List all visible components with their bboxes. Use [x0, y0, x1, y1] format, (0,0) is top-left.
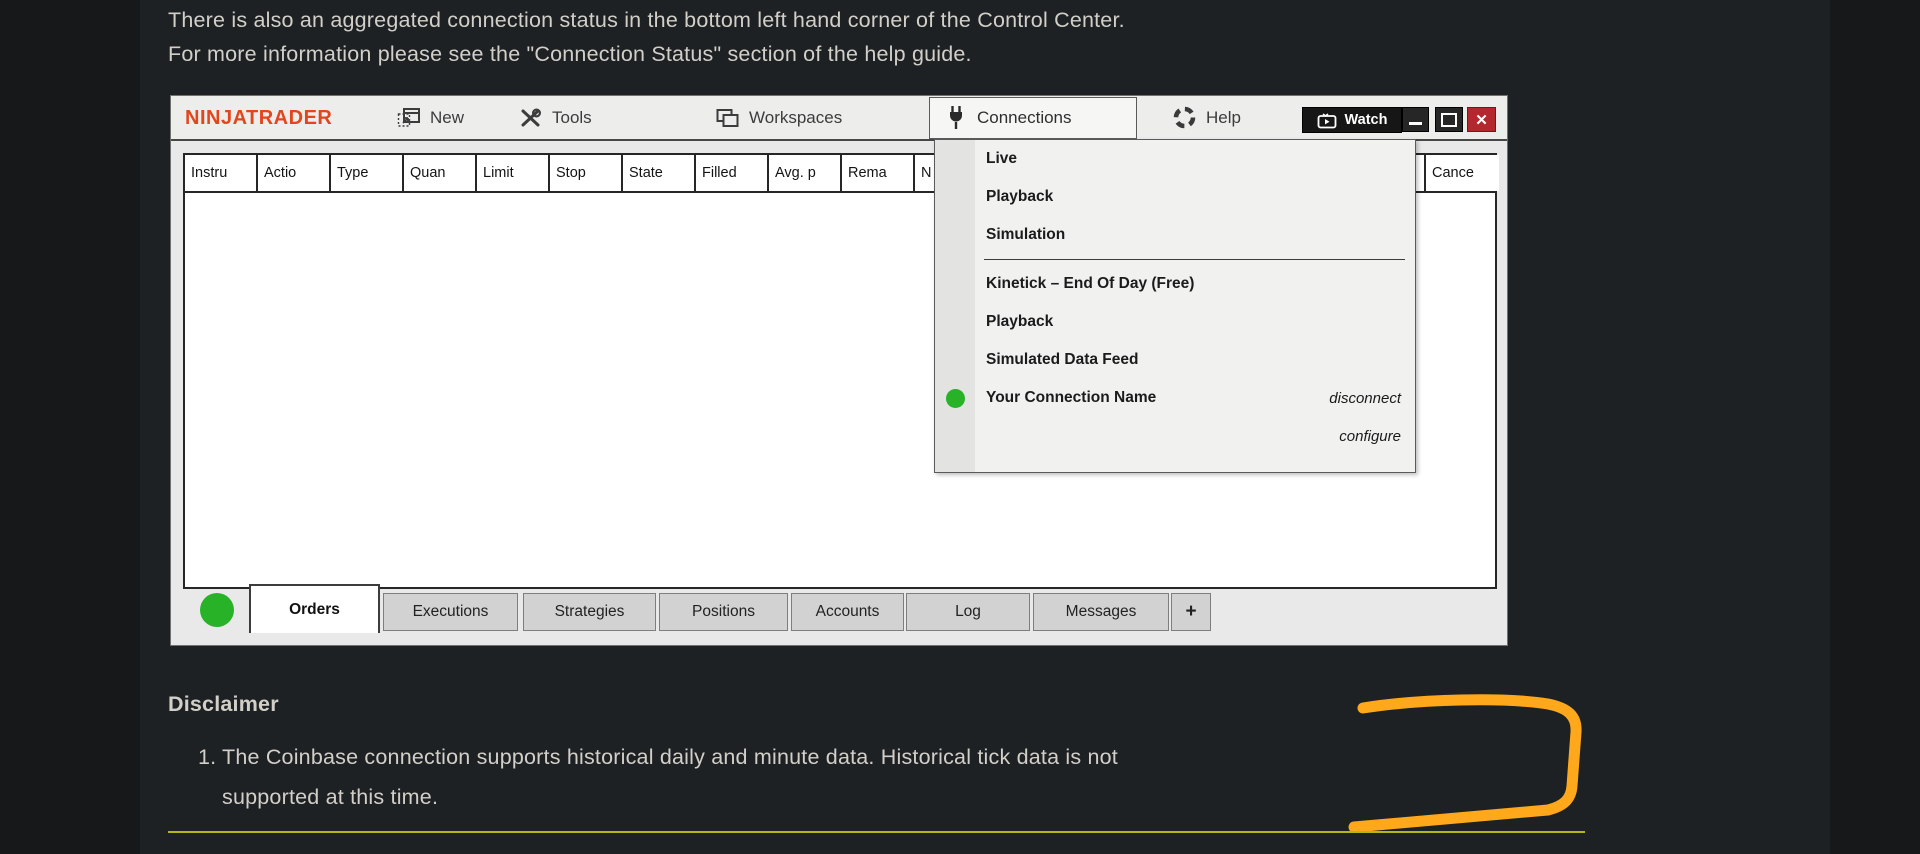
menu-item-simulation[interactable]: Simulation: [935, 216, 1415, 254]
watch-label: Watch: [1344, 112, 1388, 128]
tab-executions[interactable]: Executions: [383, 593, 518, 631]
menu-item-playback-2[interactable]: Playback: [935, 303, 1415, 341]
intro-line-1: There is also an aggregated connection s…: [168, 8, 1125, 32]
menu-separator: [984, 259, 1405, 260]
column-header-type[interactable]: Type: [331, 155, 404, 191]
menu-item-simulated-data-feed[interactable]: Simulated Data Feed: [935, 341, 1415, 379]
menu-item-kinetick-eod[interactable]: Kinetick – End Of Day (Free): [935, 265, 1415, 303]
workspaces-icon: [716, 108, 739, 127]
watch-tv-icon: [1317, 112, 1336, 128]
menu-item-live[interactable]: Live: [935, 140, 1415, 178]
menu-tools-label: Tools: [552, 107, 592, 127]
intro-line-2: For more information please see the "Con…: [168, 42, 972, 66]
menu-connections-label: Connections: [977, 108, 1072, 127]
column-header-state[interactable]: State: [623, 155, 696, 191]
column-header-avg-price[interactable]: Avg. p: [769, 155, 842, 191]
menu-new-label: New: [430, 107, 465, 127]
column-header-quantity[interactable]: Quan: [404, 155, 477, 191]
ninjatrader-control-center-window: NINJATRADER New Tools Workspaces Help Wa…: [170, 95, 1508, 646]
disclaimer-heading: Disclaimer: [168, 692, 279, 716]
tab-add[interactable]: +: [1171, 593, 1211, 631]
tab-accounts[interactable]: Accounts: [791, 593, 904, 631]
column-header-cancel[interactable]: Cance: [1426, 155, 1499, 191]
column-header-instrument[interactable]: Instru: [185, 155, 258, 191]
close-icon: ✕: [1475, 111, 1488, 129]
column-header-remaining[interactable]: Rema: [842, 155, 915, 191]
tab-positions[interactable]: Positions: [659, 593, 788, 631]
section-divider: [168, 831, 1585, 833]
ninjatrader-logo: NINJATRADER: [185, 107, 333, 129]
tab-strategies[interactable]: Strategies: [523, 593, 656, 631]
tab-messages[interactable]: Messages: [1033, 593, 1169, 631]
minimize-button[interactable]: [1402, 107, 1429, 132]
column-header-stop[interactable]: Stop: [550, 155, 623, 191]
column-header-limit[interactable]: Limit: [477, 155, 550, 191]
list-text-line-2: supported at this time.: [222, 785, 439, 809]
menu-tools[interactable]: Tools: [519, 96, 592, 139]
titlebar: NINJATRADER New Tools Workspaces Help Wa…: [171, 96, 1507, 141]
list-text-line-1: The Coinbase connection supports histori…: [222, 745, 1118, 769]
menu-item-configure[interactable]: configure: [935, 417, 1415, 455]
maximize-icon: [1441, 112, 1457, 127]
tools-icon: [521, 107, 542, 126]
disclaimer-list-item: 1. The Coinbase connection supports hist…: [198, 737, 1118, 817]
close-button[interactable]: ✕: [1467, 107, 1496, 132]
plus-icon: +: [1185, 601, 1197, 622]
new-window-icon: [397, 107, 420, 127]
menu-help-label: Help: [1206, 107, 1241, 127]
column-header-action[interactable]: Actio: [258, 155, 331, 191]
help-icon: [1173, 106, 1196, 129]
menu-item-your-connection[interactable]: Your Connection Name disconnect: [935, 379, 1415, 417]
tab-log[interactable]: Log: [906, 593, 1030, 631]
column-header-filled[interactable]: Filled: [696, 155, 769, 191]
list-number: 1.: [198, 745, 217, 769]
menu-workspaces[interactable]: Workspaces: [716, 96, 842, 139]
disconnect-link[interactable]: disconnect: [1329, 390, 1401, 407]
list-text: The Coinbase connection supports histori…: [222, 737, 1118, 817]
menu-workspaces-label: Workspaces: [749, 107, 843, 127]
minimize-icon: [1409, 122, 1422, 125]
connections-dropdown-menu: Live Playback Simulation Kinetick – End …: [934, 139, 1416, 473]
aggregated-connection-status-dot: [200, 593, 234, 627]
connected-status-dot: [946, 389, 965, 408]
maximize-button[interactable]: [1435, 107, 1463, 132]
tab-orders[interactable]: Orders: [249, 584, 380, 633]
page-right-gutter: [1830, 0, 1920, 854]
intro-paragraph: There is also an aggregated connection s…: [168, 3, 1125, 71]
menu-new[interactable]: New: [397, 96, 464, 139]
plug-icon: [950, 106, 962, 129]
menu-item-playback[interactable]: Playback: [935, 178, 1415, 216]
documentation-page: There is also an aggregated connection s…: [0, 0, 1920, 854]
configure-link[interactable]: configure: [1339, 428, 1401, 445]
menu-help[interactable]: Help: [1172, 96, 1241, 139]
watch-button[interactable]: Watch: [1302, 107, 1402, 133]
menu-connections[interactable]: Connections: [929, 97, 1137, 139]
page-left-gutter: [0, 0, 140, 854]
